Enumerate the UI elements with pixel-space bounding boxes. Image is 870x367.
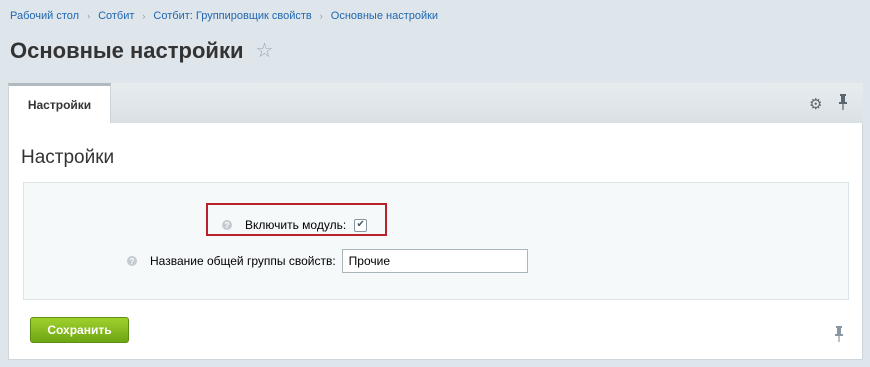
highlight-frame: [206, 203, 387, 236]
breadcrumb: Рабочий стол › Сотбит › Сотбит: Группиро…: [10, 10, 438, 22]
star-icon[interactable]: ☆: [256, 41, 274, 61]
section-title: Настройки: [21, 147, 115, 168]
breadcrumb-item-module[interactable]: Сотбит: Группировщик свойств: [153, 10, 311, 22]
save-button[interactable]: Сохранить: [30, 317, 129, 343]
breadcrumb-separator: ›: [142, 11, 146, 21]
tab-bar: Настройки ⚙: [8, 83, 863, 124]
breadcrumb-separator: ›: [319, 11, 323, 21]
pin-icon[interactable]: [838, 93, 848, 111]
pin-icon[interactable]: [834, 325, 844, 343]
settings-panel: Настройки ? Включить модуль: ✔ ? Названи…: [8, 123, 863, 360]
tab-settings[interactable]: Настройки: [8, 83, 111, 123]
help-icon[interactable]: ?: [127, 256, 137, 266]
breadcrumb-separator: ›: [87, 11, 91, 21]
group-name-input[interactable]: [341, 249, 528, 273]
settings-form: ? Включить модуль: ✔ ? Название общей гр…: [23, 182, 849, 300]
breadcrumb-item-desktop[interactable]: Рабочий стол: [10, 10, 79, 22]
group-name-row: ? Название общей группы свойств:: [127, 249, 528, 273]
page-title-row: Основные настройки ☆: [10, 38, 273, 64]
group-name-label: Название общей группы свойств:: [150, 254, 336, 268]
gear-icon[interactable]: ⚙: [809, 95, 822, 113]
breadcrumb-item-sotbit[interactable]: Сотбит: [98, 10, 134, 22]
page-title: Основные настройки: [10, 38, 244, 63]
breadcrumb-item-current[interactable]: Основные настройки: [331, 10, 438, 22]
